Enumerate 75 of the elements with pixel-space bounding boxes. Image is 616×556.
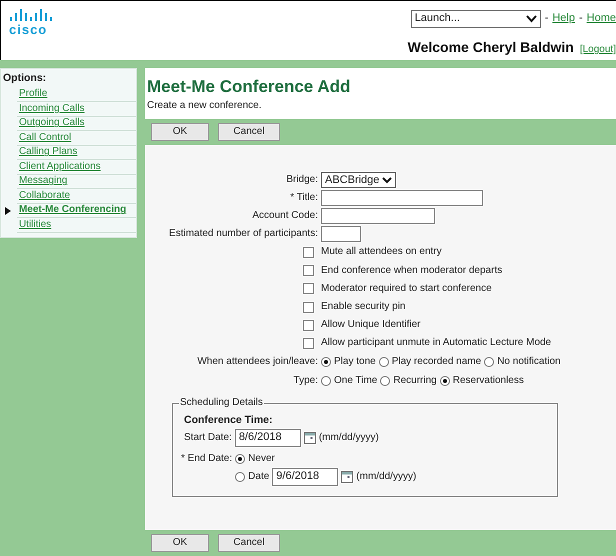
radio-label: Play recorded name [392,356,482,368]
sidebar-link[interactable]: Utilities [16,218,136,233]
checkbox-label: Moderator required to start conference [321,282,493,295]
calendar-icon [341,471,354,484]
checkbox[interactable] [303,246,314,258]
checkbox-label: Mute all attendees on entry [321,246,443,258]
format-hint: (mm/dd/yyyy) [356,471,416,484]
caret-icon [526,15,537,23]
welcome-text: Welcome Cheryl Baldwin [408,39,574,56]
cisco-logo: cisco [9,7,55,36]
input-field[interactable] [321,208,435,224]
radio-button[interactable] [321,357,331,368]
input-field[interactable] [321,226,361,242]
sidebar-link[interactable]: Client Applications [16,160,136,175]
page-title: Meet-Me Conference Add [147,77,352,98]
field-label: Start Date: [184,432,232,444]
radio-button[interactable] [380,376,390,386]
sidebar-link[interactable]: Meet-Me Conferencing [16,203,136,218]
ok-button[interactable]: OK [151,534,209,552]
sidebar-link[interactable]: Calling Plans [16,145,136,160]
section-heading: Conference Time: [184,414,274,426]
checkbox-label: Enable security pin [321,301,406,314]
field-label: * Title: [289,192,318,204]
field-label: Bridge: [285,174,318,186]
page-subtitle: Create a new conference. [147,100,263,112]
sidebar-link[interactable]: Outgoing Calls [16,116,136,132]
options-heading: Options: [2,72,48,85]
header-link[interactable]: Home [586,12,616,26]
separator: - [578,12,583,26]
calendar-icon [304,432,316,444]
logout-link[interactable]: [Logout] [580,44,616,56]
field-label: Account Code: [251,210,318,222]
cancel-button[interactable]: Cancel [218,534,280,552]
checkbox-label: Allow participant unmute in Automatic Lecture Mode [321,337,552,350]
radio-button[interactable] [235,454,246,464]
bridge-dropdown[interactable]: ABCBridge [321,172,396,188]
format-hint: (mm/dd/yyyy) [318,432,379,444]
sidebar-link[interactable]: Collaborate [16,188,136,204]
radio-label: Play tone [334,356,376,368]
field-label: * End Date: [181,453,232,466]
checkbox[interactable] [303,320,314,331]
panel-legend: Scheduling Details [179,396,264,409]
caret-icon [382,176,392,184]
date-field[interactable]: 8/6/2018 [234,429,301,448]
input-field[interactable] [321,190,483,206]
radio-label: Recurring [393,375,437,388]
field-label: Estimated number of participants: [168,228,318,240]
separator: - [544,12,548,26]
radio-button[interactable] [378,357,389,368]
sidebar-link[interactable]: Incoming Calls [16,102,136,117]
field-label: When attendees join/leave: [196,356,318,368]
field-label: Type: [292,375,318,388]
sidebar-link[interactable]: Messaging [16,174,136,190]
ok-button[interactable]: OK [151,123,209,142]
header-link[interactable]: Help [552,12,575,26]
radio-button[interactable] [235,472,246,482]
radio-label: No notification [497,356,561,368]
checkbox-label: Allow Unique Identifier [321,319,422,332]
checkbox[interactable] [303,302,314,313]
radio-label: Date [248,471,270,484]
radio-label: Reservationless [452,375,524,388]
checkbox[interactable] [303,338,314,349]
sidebar-link[interactable]: Call Control [16,130,136,146]
sidebar-link[interactable]: Profile [16,87,136,102]
checkbox-label: End conference when moderator departs [321,264,504,277]
date-field[interactable]: 9/6/2018 [272,468,338,486]
radio-label: One Time [334,375,378,388]
radio-label: Never [248,453,275,466]
checkbox[interactable] [303,265,314,276]
radio-button[interactable] [440,376,450,386]
cancel-button[interactable]: Cancel [218,123,280,142]
launch-dropdown[interactable]: Launch... [410,10,541,28]
radio-button[interactable] [321,376,331,386]
radio-button[interactable] [484,357,494,368]
checkbox[interactable] [303,283,314,294]
